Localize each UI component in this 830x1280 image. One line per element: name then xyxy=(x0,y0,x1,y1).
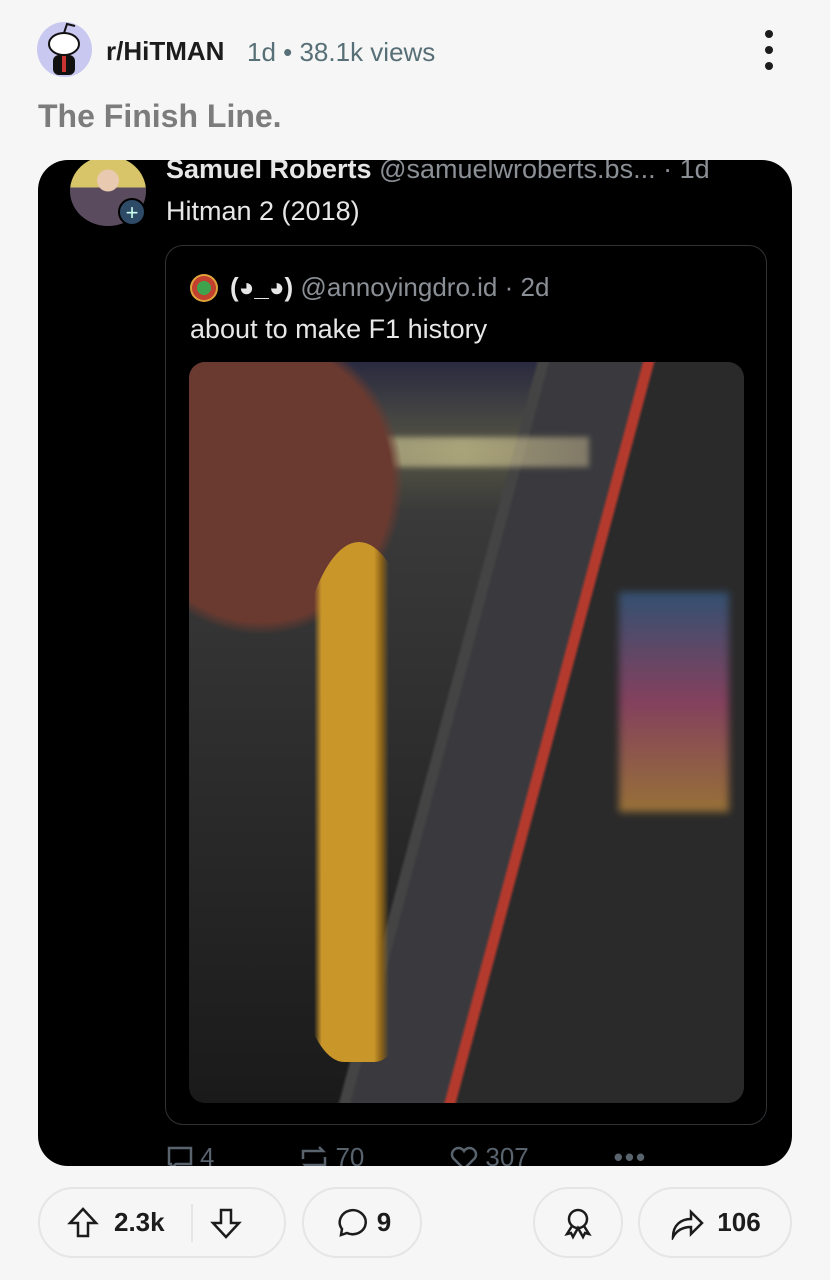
comments-button[interactable]: 9 xyxy=(302,1187,422,1258)
tweet-text: Hitman 2 (2018) xyxy=(166,196,360,226)
repost-icon xyxy=(302,1145,327,1166)
vertical-dots-icon[interactable] xyxy=(760,30,778,70)
quote-photo xyxy=(189,362,744,1103)
comment-icon xyxy=(338,1208,367,1237)
share-button[interactable]: 106 xyxy=(638,1187,792,1258)
reposts-stat: 70 xyxy=(299,1142,364,1166)
subreddit-avatar[interactable] xyxy=(37,22,92,77)
divider xyxy=(190,1203,193,1242)
reply-icon xyxy=(167,1146,193,1166)
tweet-stats: 4 70 307 ••• xyxy=(166,1142,732,1166)
likes-stat: 307 xyxy=(449,1142,529,1166)
replies-count: 4 xyxy=(200,1142,215,1166)
award-button[interactable] xyxy=(533,1187,623,1258)
replies-stat: 4 xyxy=(166,1142,214,1166)
hitman-snoo-icon xyxy=(48,22,80,75)
quote-author-avatar xyxy=(190,274,218,302)
tweet-author: Samuel Roberts @samuelwroberts.bs... · 1… xyxy=(166,160,710,185)
share-icon xyxy=(672,1208,705,1240)
upvote-icon[interactable] xyxy=(66,1206,100,1240)
quoted-tweet: (◕_◕) @annoyingdro.id · 2d about to make… xyxy=(165,245,767,1125)
quote-text: about to make F1 history xyxy=(190,314,488,344)
tweet-screenshot[interactable]: + Samuel Roberts @samuelwroberts.bs... ·… xyxy=(38,160,792,1166)
post-meta: 1d • 38.1k views xyxy=(247,37,436,67)
neon-signs xyxy=(619,592,729,812)
quote-handle: @annoyingdro.id · 2d xyxy=(300,272,550,302)
subreddit-name[interactable]: r/HiTMAN xyxy=(106,36,224,67)
banana-peel xyxy=(284,542,434,1062)
more-dots-icon: ••• xyxy=(613,1142,648,1166)
downvote-icon[interactable] xyxy=(209,1206,243,1240)
heart-icon xyxy=(451,1146,478,1166)
reposts-count: 70 xyxy=(335,1142,365,1166)
comments-count: 9 xyxy=(376,1207,392,1237)
plus-icon: + xyxy=(118,198,146,226)
vote-count: 2.3k xyxy=(114,1207,165,1237)
author-handle: @samuelwroberts.bs... · 1d xyxy=(379,160,710,184)
likes-count: 307 xyxy=(485,1142,529,1166)
quote-header: (◕_◕) @annoyingdro.id · 2d xyxy=(230,272,549,303)
vote-bar: 2.3k xyxy=(38,1187,286,1258)
post-title: The Finish Line. xyxy=(38,98,282,134)
quote-author: (◕_◕) xyxy=(230,272,294,302)
author-name: Samuel Roberts xyxy=(166,160,372,184)
award-icon xyxy=(564,1208,592,1240)
shares-count: 106 xyxy=(717,1207,761,1237)
